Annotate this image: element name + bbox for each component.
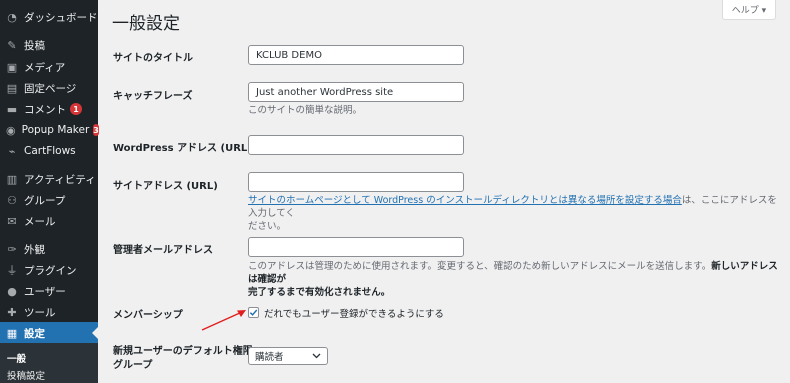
site-title-input[interactable]: KCLUB DEMO	[248, 45, 464, 65]
main-content: ヘルプ ▾ 一般設定 サイトのタイトル KCLUB DEMO キャッチフレーズ …	[98, 0, 790, 383]
menu-groups[interactable]: ⚇ グループ	[0, 189, 98, 211]
menu-cartflows[interactable]: ⌁ CartFlows	[0, 140, 98, 162]
annotation-arrow-icon	[201, 310, 246, 331]
default-role-select[interactable]: 購読者	[248, 347, 328, 365]
site-address-input[interactable]	[248, 172, 464, 192]
membership-label: メンバーシップ	[113, 310, 183, 321]
wp-address-label: WordPress アドレス (URL)	[113, 143, 252, 154]
settings-icon: ▦	[6, 326, 18, 340]
menu-media[interactable]: ▣ メディア	[0, 56, 98, 78]
mail-icon: ✉	[7, 214, 17, 228]
pin-icon: ✎	[7, 38, 17, 52]
comment-count-badge: 1	[70, 103, 82, 115]
appearance-icon: ✑	[7, 242, 17, 256]
menu-label: CartFlows	[24, 145, 76, 157]
menu-label: コメント	[24, 103, 66, 116]
menu-settings[interactable]: ▦ 設定	[0, 322, 98, 344]
help-button[interactable]: ヘルプ ▾	[722, 0, 776, 20]
default-role-label: 新規ユーザーのデフォルト権限 グループ	[113, 345, 253, 373]
submenu-general[interactable]: 一般	[7, 351, 26, 365]
chevron-down-icon	[312, 353, 321, 359]
admin-sidebar: ◔ ダッシュボード ✎ 投稿 ▣ メディア ▤ 固定ページ ▬ コメント 1 ◉…	[0, 0, 99, 383]
comment-icon: ▬	[6, 102, 18, 116]
tools-icon: ✚	[7, 305, 17, 319]
menu-label: ユーザー	[24, 285, 66, 298]
popup-maker-icon: ◉	[6, 123, 16, 137]
menu-mail[interactable]: ✉ メール	[0, 210, 98, 232]
site-address-help-link[interactable]: サイトのホームページとして WordPress のインストールディレクトリとは異…	[248, 195, 682, 206]
menu-label: 設定	[24, 327, 45, 340]
menu-pages[interactable]: ▤ 固定ページ	[0, 77, 98, 99]
menu-label: アクティビティ	[24, 173, 96, 186]
menu-label: 投稿	[24, 39, 45, 52]
tagline-input[interactable]: Just another WordPress site	[248, 82, 464, 102]
menu-users[interactable]: ● ユーザー	[0, 280, 98, 302]
menu-appearance[interactable]: ✑ 外観	[0, 238, 98, 260]
admin-email-label: 管理者メールアドレス	[113, 245, 213, 256]
activity-icon: ▥	[6, 172, 18, 186]
page-icon: ▤	[6, 81, 18, 95]
plugin-icon: ⏚	[6, 264, 18, 277]
menu-label: 外観	[24, 243, 45, 256]
default-role-value: 購読者	[255, 352, 284, 363]
checkmark-icon	[249, 309, 258, 316]
admin-email-desc-bold-2: 完了するまで有効化されません。	[248, 287, 391, 298]
settings-submenu: 一般 投稿設定	[0, 343, 98, 383]
site-address-description: サイトのホームページとして WordPress のインストールディレクトリとは異…	[248, 194, 778, 233]
page-title: 一般設定	[112, 14, 180, 34]
tagline-description: このサイトの簡単な説明。	[248, 105, 363, 116]
site-title-label: サイトのタイトル	[113, 53, 193, 64]
membership-checkbox-label[interactable]: だれでもユーザー登録ができるようにする	[264, 306, 444, 320]
menu-dashboard[interactable]: ◔ ダッシュボード	[0, 6, 98, 28]
groups-icon: ⚇	[7, 193, 17, 207]
admin-email-desc-text: このアドレスは管理のために使用されます。変更すると、確認のため新しいアドレスにメ…	[248, 261, 712, 272]
menu-label: プラグイン	[24, 264, 77, 277]
menu-label: ダッシュボード	[24, 11, 98, 24]
wp-address-input[interactable]	[248, 135, 464, 155]
menu-plugins[interactable]: ⏚ プラグイン	[0, 259, 98, 281]
menu-posts[interactable]: ✎ 投稿	[0, 34, 98, 56]
menu-label: メディア	[24, 61, 66, 74]
default-role-label-line2: グループ	[113, 360, 153, 371]
admin-email-description: このアドレスは管理のために使用されます。変更すると、確認のため新しいアドレスにメ…	[248, 260, 778, 299]
menu-label: Popup Maker	[21, 124, 90, 136]
menu-popup-maker[interactable]: ◉ Popup Maker 3	[0, 119, 99, 141]
menu-comments[interactable]: ▬ コメント 1	[0, 98, 98, 120]
site-address-desc-text-2: ださい。	[248, 221, 287, 232]
dashboard-icon: ◔	[7, 10, 17, 24]
menu-label: メール	[24, 215, 56, 228]
menu-label: ツール	[24, 306, 56, 319]
default-role-label-line1: 新規ユーザーのデフォルト権限	[113, 346, 253, 357]
menu-tools[interactable]: ✚ ツール	[0, 301, 98, 323]
user-icon: ●	[7, 284, 17, 298]
media-icon: ▣	[6, 60, 18, 74]
submenu-writing[interactable]: 投稿設定	[7, 368, 45, 382]
menu-activity[interactable]: ▥ アクティビティ	[0, 168, 98, 190]
menu-label: 固定ページ	[24, 82, 77, 95]
admin-email-input[interactable]	[248, 237, 464, 257]
cartflows-icon: ⌁	[8, 144, 16, 158]
tagline-label: キャッチフレーズ	[113, 91, 193, 102]
site-address-label: サイトアドレス (URL)	[113, 181, 218, 192]
menu-label: グループ	[24, 194, 66, 207]
